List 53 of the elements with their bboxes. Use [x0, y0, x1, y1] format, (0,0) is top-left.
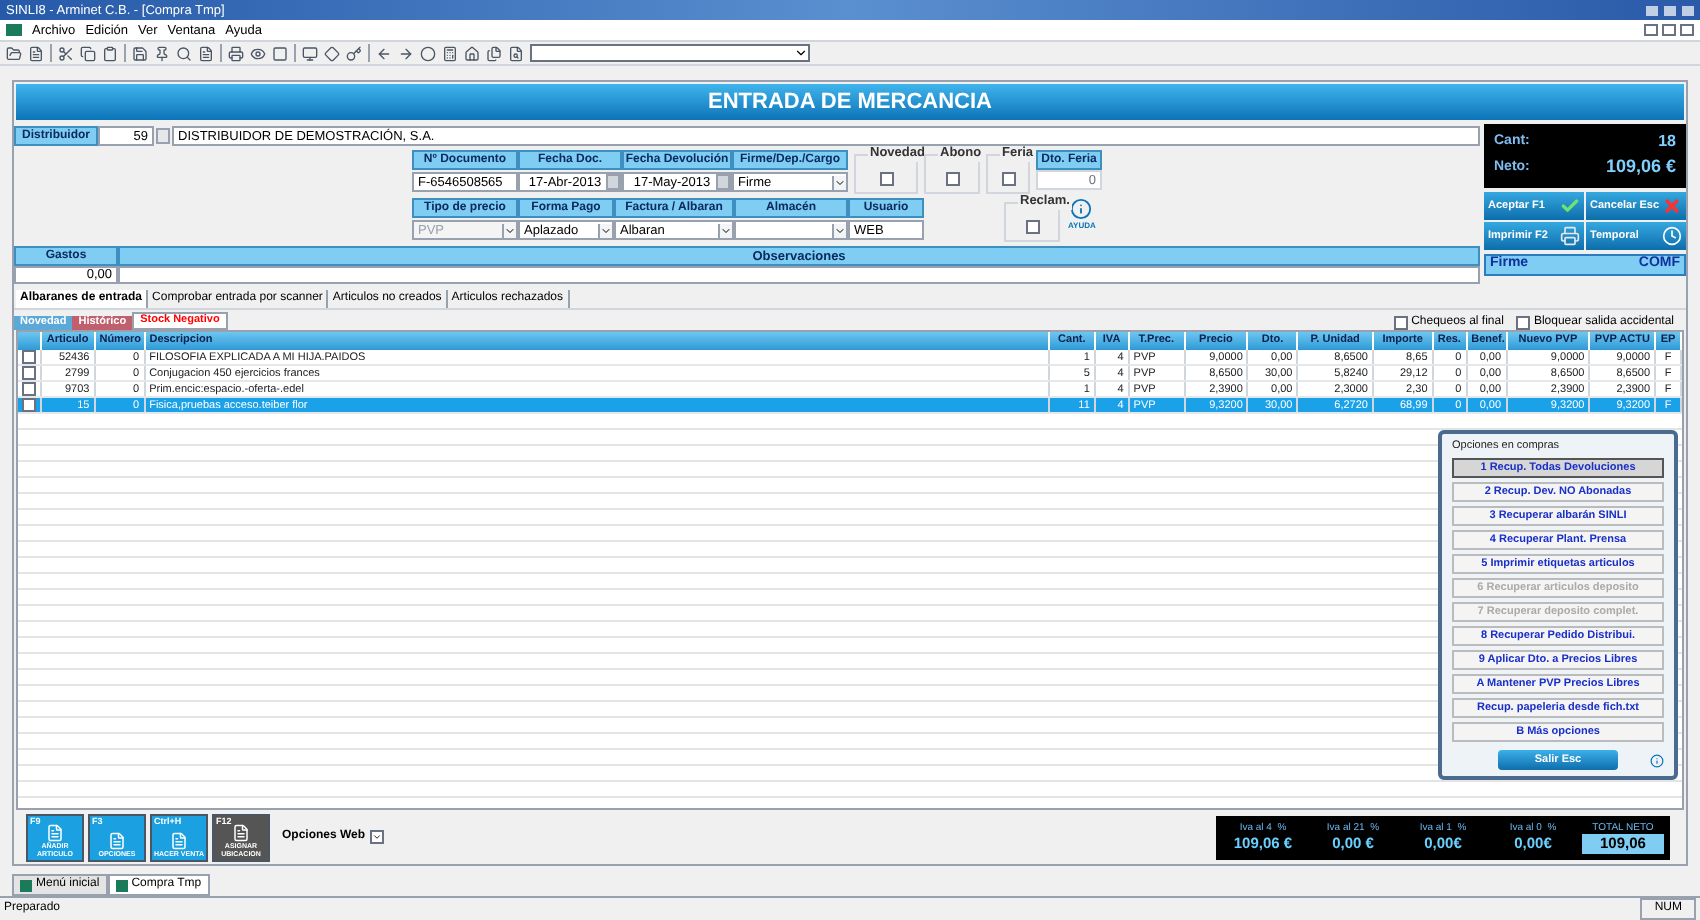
dropdown-field[interactable] [734, 220, 848, 240]
save-icon[interactable] [132, 45, 148, 61]
function-icon [46, 823, 64, 841]
function-icon [108, 831, 126, 849]
diamond-icon[interactable] [324, 45, 340, 61]
calculator-icon[interactable] [442, 45, 458, 61]
window-controls-icon[interactable] [1646, 5, 1694, 15]
row-checkbox[interactable] [21, 382, 36, 396]
search-icon[interactable] [176, 45, 192, 61]
monitor-icon[interactable] [302, 45, 318, 61]
cut-icon[interactable] [58, 45, 74, 61]
key-icon[interactable] [346, 45, 362, 61]
preview-icon[interactable] [250, 45, 266, 61]
close-icon [1662, 196, 1682, 216]
info-icon[interactable] [1650, 753, 1664, 767]
row-checkbox[interactable] [21, 398, 36, 412]
checkbox[interactable] [1025, 220, 1039, 234]
back-icon[interactable] [376, 45, 392, 61]
forward-icon[interactable] [398, 45, 414, 61]
observaciones-field[interactable] [118, 266, 1480, 284]
files-icon[interactable] [486, 45, 502, 61]
print-icon [1560, 226, 1580, 246]
function-icon [232, 823, 250, 841]
document-icon [20, 879, 32, 891]
document-controls-icon[interactable] [1644, 24, 1694, 36]
folder-icon[interactable] [6, 45, 22, 61]
square-icon[interactable] [272, 45, 288, 61]
checkbox[interactable] [879, 172, 893, 186]
document-icon [115, 879, 128, 891]
app-icon [6, 24, 22, 36]
copy-icon[interactable] [80, 45, 96, 61]
form-title: ENTRADA DE MERCANCIA [708, 88, 992, 116]
print-icon[interactable] [228, 45, 244, 61]
function-icon [170, 831, 188, 849]
paste-icon[interactable] [102, 45, 118, 61]
clock-icon [1662, 226, 1682, 246]
pin-icon[interactable] [154, 45, 170, 61]
document-icon[interactable] [198, 45, 214, 61]
home-icon[interactable] [464, 45, 480, 61]
row-checkbox[interactable] [21, 366, 36, 380]
checkbox[interactable] [945, 172, 959, 186]
row-checkbox[interactable] [21, 350, 36, 364]
circle-icon[interactable] [420, 45, 436, 61]
checkbox[interactable] [1515, 315, 1530, 329]
toolbar-combo[interactable] [530, 44, 810, 62]
help-icon[interactable] [1070, 198, 1093, 220]
cant-value: 18 [1656, 130, 1676, 155]
document-icon[interactable] [28, 45, 44, 61]
neto-value: 109,06 € [1603, 154, 1676, 181]
file-search-icon[interactable] [508, 45, 524, 61]
checkbox[interactable] [1001, 172, 1015, 186]
check-icon [1560, 196, 1580, 216]
checkbox[interactable] [1393, 315, 1408, 329]
